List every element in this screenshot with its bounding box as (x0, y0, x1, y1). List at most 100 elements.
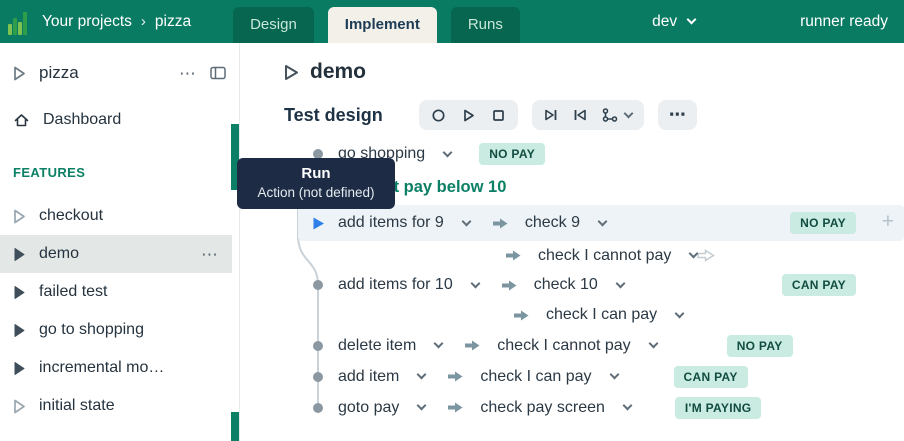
feature-label: initial state (39, 397, 115, 415)
status-badge: NO PAY (790, 212, 856, 234)
run-cursor-play-icon[interactable] (312, 216, 324, 231)
check-label[interactable]: check 9 (525, 214, 580, 232)
sidebar-item-go-to-shopping[interactable]: go to shopping (0, 311, 232, 349)
page-title: demo (310, 60, 366, 84)
play-outline-icon (13, 66, 26, 81)
chevron-down-icon[interactable] (615, 278, 625, 288)
step-bullet (313, 403, 323, 413)
breadcrumb: Your projects › pizza (42, 13, 191, 31)
step-label[interactable]: add items for 10 (338, 276, 453, 294)
mode-tabs: Design Implement Runs (233, 7, 520, 43)
flow-row-check-cannot-pay[interactable]: check I cannot pay (240, 241, 904, 270)
flow-row-delete-item[interactable]: delete item check I cannot pay NO PAY (240, 330, 904, 361)
chevron-down-icon[interactable] (675, 308, 685, 318)
record-button[interactable] (431, 108, 446, 123)
flow-row-add-item[interactable]: add item check I can pay CAN PAY (240, 361, 904, 392)
check-label[interactable]: check I cannot pay (497, 337, 630, 355)
flow-row-check-can-pay[interactable]: check I can pay (240, 300, 904, 330)
arrow-right-icon (447, 401, 464, 414)
feature-label: demo (39, 245, 79, 263)
check-label[interactable]: check 10 (534, 276, 598, 294)
home-icon (13, 112, 30, 128)
add-step-button[interactable]: + (882, 210, 894, 234)
sidebar-item-failed-test[interactable]: failed test (0, 273, 232, 311)
sidebar-scrollbar-thumb[interactable] (231, 412, 239, 441)
check-label[interactable]: check I cannot pay (538, 247, 671, 265)
chevron-down-icon[interactable] (461, 216, 471, 226)
play-outline-icon (13, 209, 26, 224)
tooltip-subtitle: Action (not defined) (243, 185, 389, 200)
features-list: checkout demo ⋯ failed test go to shoppi… (0, 197, 239, 425)
chevron-down-icon[interactable] (470, 278, 480, 288)
toolbar-more-button[interactable]: ⋯ (658, 100, 697, 130)
dashboard-label: Dashboard (43, 111, 121, 129)
breadcrumb-projects-link[interactable]: Your projects (42, 13, 132, 31)
step-label[interactable]: delete item (338, 337, 416, 355)
arrow-right-icon (492, 217, 509, 230)
project-more-icon[interactable]: ⋯ (179, 65, 197, 82)
chevron-down-icon[interactable] (598, 216, 608, 226)
check-label[interactable]: check pay screen (480, 399, 605, 417)
tab-implement[interactable]: Implement (328, 7, 437, 43)
feature-label: incremental mo… (39, 359, 164, 377)
sidebar-item-dashboard[interactable]: Dashboard (0, 103, 239, 137)
check-label[interactable]: check I can pay (546, 306, 657, 324)
main-content: demo Test design ⋯ (240, 43, 904, 441)
tab-runs[interactable]: Runs (451, 7, 520, 43)
status-badge: I'M PAYING (675, 397, 762, 419)
step-label[interactable]: add items for 9 (338, 214, 444, 232)
play-filled-icon (13, 285, 26, 300)
sidebar-item-incremental[interactable]: incremental mo… (0, 349, 232, 387)
features-section-label: FEATURES (0, 161, 239, 183)
branch-icon (602, 108, 618, 122)
arrow-right-outline-icon[interactable] (697, 249, 715, 262)
status-badge: CAN PAY (674, 366, 748, 388)
feature-more-icon[interactable]: ⋯ (201, 246, 219, 263)
top-header: Your projects › pizza Design Implement R… (0, 0, 904, 43)
runner-status: runner ready (800, 13, 888, 31)
play-outline-icon[interactable] (284, 64, 299, 81)
status-badge: CAN PAY (782, 274, 856, 296)
sidebar-item-demo[interactable]: demo ⋯ (0, 235, 232, 273)
sidebar-item-initial-state[interactable]: initial state (0, 387, 232, 425)
run-tooltip: Run Action (not defined) (237, 158, 395, 209)
feature-label: failed test (39, 283, 107, 301)
step-controls-group (532, 100, 644, 130)
project-name: pizza (39, 63, 79, 83)
chevron-down-icon[interactable] (622, 401, 632, 411)
collapse-panel-icon[interactable] (210, 66, 226, 80)
step-label[interactable]: goto pay (338, 399, 399, 417)
branch-selector[interactable]: dev (652, 13, 695, 31)
app-logo-icon[interactable] (8, 9, 32, 35)
play-button[interactable] (461, 108, 476, 123)
flow-row-add-items-10[interactable]: add items for 10 check 10 CAN PAY (240, 270, 904, 300)
check-label[interactable]: check I can pay (480, 368, 591, 386)
play-outline-icon (13, 399, 26, 414)
play-filled-icon (13, 361, 26, 376)
test-design-label: Test design (284, 105, 383, 126)
arrow-right-icon (447, 370, 464, 383)
step-label[interactable]: add item (338, 368, 399, 386)
chevron-down-icon[interactable] (609, 370, 619, 380)
run-to-end-button[interactable] (544, 108, 558, 122)
chevron-down-icon[interactable] (417, 401, 427, 411)
tab-design[interactable]: Design (233, 7, 314, 43)
status-badge: NO PAY (727, 335, 793, 357)
status-badge: NO PAY (479, 143, 545, 165)
sidebar-item-checkout[interactable]: checkout (0, 197, 232, 235)
branch-options-button[interactable] (602, 108, 632, 122)
arrow-right-icon (505, 249, 522, 262)
chevron-down-icon (687, 15, 697, 25)
feature-label: go to shopping (39, 321, 144, 339)
flow-row-add-items-9[interactable]: add items for 9 check 9 NO PAY + (298, 205, 904, 241)
stop-button[interactable] (491, 108, 506, 123)
flow-row-goto-pay[interactable]: goto pay check pay screen I'M PAYING (240, 392, 904, 423)
play-filled-icon (13, 323, 26, 338)
run-controls-group (419, 100, 518, 130)
sidebar-project-row[interactable]: pizza ⋯ (0, 55, 239, 91)
chevron-down-icon[interactable] (648, 339, 658, 349)
chevron-down-icon[interactable] (417, 370, 427, 380)
chevron-down-icon[interactable] (434, 339, 444, 349)
reset-to-start-button[interactable] (573, 108, 587, 122)
chevron-down-icon[interactable] (443, 147, 453, 157)
